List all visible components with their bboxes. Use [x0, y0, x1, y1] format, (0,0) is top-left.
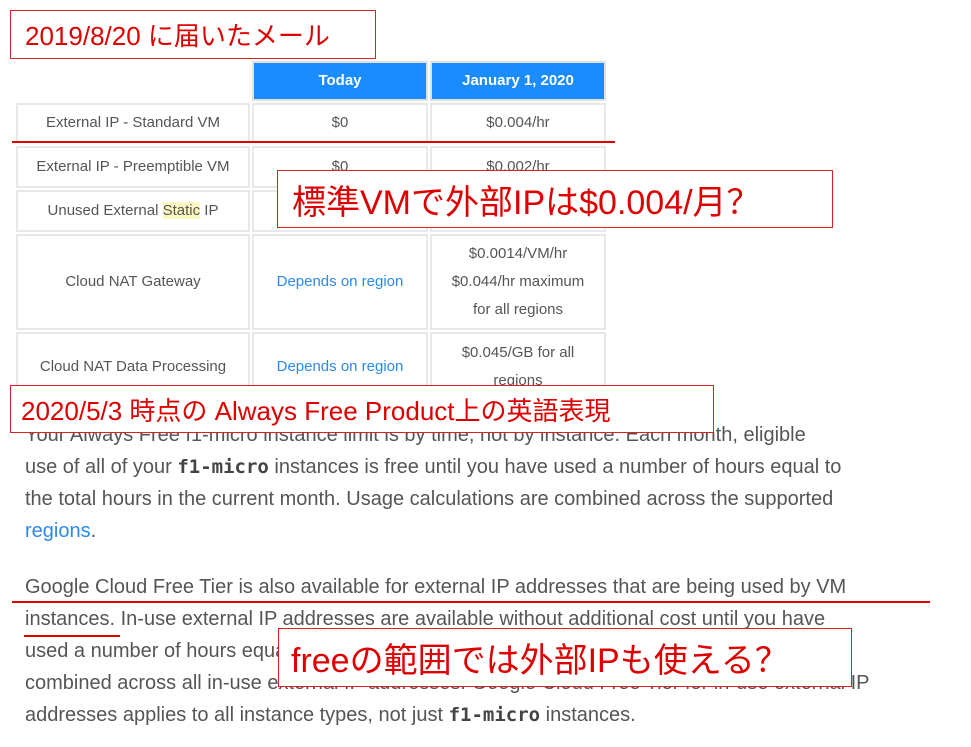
text: use of all of your — [25, 456, 178, 478]
price-line: $0.045/GB for all — [461, 344, 575, 361]
annotation-free-tier-ip: freeの範囲では外部IPも使える？ — [278, 628, 852, 687]
row-label: External IP - Preemptible VM — [16, 146, 250, 188]
row-label: Unused External Static IP — [16, 190, 250, 232]
label-text: IP — [200, 202, 219, 219]
paragraph-f1-micro: Your Always Free f1-micro instance limit… — [25, 419, 965, 547]
cell-today: $0 — [252, 103, 428, 143]
price-line: for all regions — [472, 301, 564, 318]
annotation-standard-vm: 標準VMで外部IPは$0.004/月？ — [277, 170, 833, 228]
header-today: Today — [252, 61, 428, 101]
code: f1-micro — [448, 704, 541, 726]
text-line: Google Cloud Free Tier is also available… — [25, 576, 847, 598]
price-line: $0.044/hr maximum — [451, 273, 585, 290]
depends-on-region-link[interactable]: Depends on region — [252, 234, 428, 330]
text: instances. — [540, 704, 636, 726]
header-jan-2020: January 1, 2020 — [430, 61, 606, 101]
highlighted-text: Static — [162, 202, 201, 219]
label-text: Unused External — [47, 202, 163, 219]
regions-link[interactable]: regions — [25, 520, 91, 542]
cell-jan: $0.0014/VM/hr $0.044/hr maximum for all … — [430, 234, 606, 330]
price-line: $0.0014/VM/hr — [468, 245, 568, 262]
text-line: use of all of your f1-micro instances is… — [25, 451, 965, 483]
annotation-email-date: 2019/8/20 に届いたメール — [10, 10, 376, 59]
text-line: regions. — [25, 515, 965, 547]
cell-jan: $0.004/hr — [430, 103, 606, 143]
annotation-always-free: 2020/5/3 時点の Always Free Product上の英語表現 — [10, 385, 714, 433]
text-line: the total hours in the current month. Us… — [25, 488, 834, 510]
red-underline — [12, 141, 615, 143]
text: . — [90, 520, 97, 542]
text-line: addresses applies to all instance types,… — [25, 699, 965, 731]
row-label: External IP - Standard VM — [16, 103, 250, 143]
red-underline — [24, 635, 120, 637]
text: instances is free until you have used a … — [268, 456, 842, 478]
row-label: Cloud NAT Gateway — [16, 234, 250, 330]
code: f1-micro — [177, 456, 269, 478]
text: addresses applies to all instance types,… — [25, 704, 449, 726]
red-underline — [12, 601, 930, 603]
